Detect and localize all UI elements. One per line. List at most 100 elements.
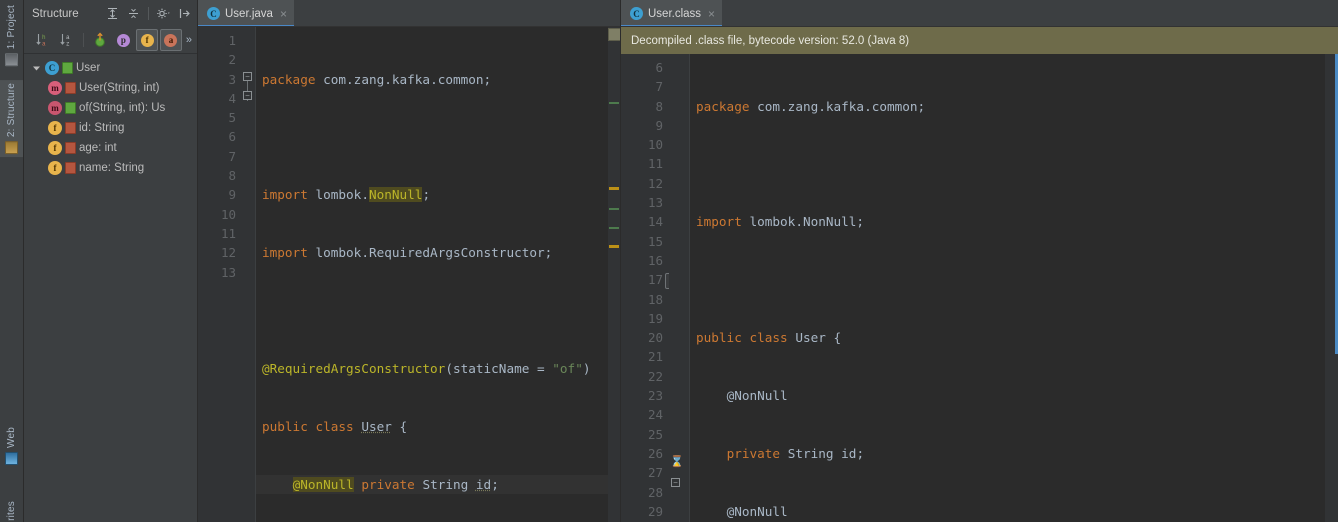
sort-alpha-icon: a z: [60, 34, 70, 48]
tree-item-label: name: String: [79, 162, 145, 174]
tree-item-label: User(String, int): [79, 82, 160, 94]
structure-header: Structure: [24, 0, 197, 27]
editor-tabbar-right: C User.class ×: [621, 0, 1338, 27]
error-stripe-left[interactable]: [608, 27, 620, 522]
inspection-status-box[interactable]: [608, 28, 620, 41]
structure-title: Structure: [32, 7, 79, 20]
fold-marker-imports-end[interactable]: −: [243, 91, 252, 100]
field-icon: f: [48, 141, 62, 155]
line-number: 29: [647, 503, 663, 519]
show-non-public-button[interactable]: a: [160, 29, 182, 51]
error-stripe-right[interactable]: [1325, 54, 1338, 522]
tool-window-tab-project[interactable]: 1: Project: [0, 2, 23, 69]
tree-item-class-user[interactable]: C User: [24, 58, 197, 78]
editor-tab-user-class[interactable]: C User.class ×: [621, 0, 724, 27]
line-number: 3: [228, 71, 236, 87]
fold-marker-method[interactable]: ⌛: [670, 457, 684, 468]
code-area-left: 1 2 3 4 5 6 7 8 9 10 11 12 13 − − packag…: [198, 27, 620, 522]
tool-window-tab-project-label: 1: Project: [6, 5, 17, 50]
show-inherited-button[interactable]: [89, 29, 111, 51]
field-icon: f: [48, 121, 62, 135]
hide-button[interactable]: [176, 5, 193, 22]
tool-window-tab-structure[interactable]: 2: Structure: [0, 80, 23, 158]
expand-all-button[interactable]: [104, 5, 121, 22]
show-properties-button[interactable]: p: [112, 29, 134, 51]
fold-marker-imports[interactable]: −: [243, 72, 252, 81]
code-line: import lombok.NonNull;: [262, 187, 431, 203]
tool-window-tab-web[interactable]: Web: [0, 424, 23, 468]
sort-visibility-icon: h a: [36, 34, 46, 48]
close-icon[interactable]: ×: [708, 8, 715, 20]
line-number: 2: [228, 52, 236, 68]
code-content-left[interactable]: package com.zang.kafka.common; import lo…: [256, 27, 608, 522]
svg-text:z: z: [66, 41, 70, 48]
line-number: 12: [220, 245, 236, 261]
tree-item-constructor-user[interactable]: m User(String, int): [24, 78, 197, 98]
tree-item-label: User: [76, 62, 101, 74]
structure-tree: C User m User(String, int) m of(String, …: [24, 54, 197, 522]
arrow-up-icon: [94, 32, 105, 47]
show-fields-button[interactable]: f: [136, 29, 159, 51]
line-number: 1: [228, 33, 236, 48]
sort-alphabetically-button[interactable]: a z: [56, 29, 78, 51]
line-number: 8: [228, 168, 236, 184]
collapse-all-button[interactable]: [125, 5, 142, 22]
line-number: 9: [228, 187, 236, 203]
tool-window-tab-structure-label: 2: Structure: [6, 83, 17, 138]
java-class-icon: C: [207, 7, 220, 20]
code-content-right[interactable]: package com.zang.kafka.common; import lo…: [690, 54, 1325, 522]
f-badge-icon: f: [140, 33, 154, 47]
line-number: 27: [647, 465, 663, 481]
stripe-mark-info[interactable]: [609, 102, 619, 104]
tree-item-field-name[interactable]: f name: String: [24, 158, 197, 178]
visibility-private-icon: [65, 82, 76, 94]
line-number: 7: [655, 79, 663, 95]
a-badge-icon: a: [164, 33, 178, 47]
sort-by-visibility-button[interactable]: h a: [32, 29, 54, 51]
line-number: 22: [647, 368, 663, 384]
chevron-down-icon[interactable]: [30, 62, 42, 74]
web-icon: [5, 451, 18, 465]
line-number: 6: [655, 60, 663, 75]
tool-window-tab-web-label: Web: [6, 427, 17, 448]
line-number: 10: [220, 206, 236, 222]
settings-button[interactable]: [155, 5, 172, 22]
tree-item-method-of[interactable]: m of(String, int): Us: [24, 98, 197, 118]
line-number: 15: [647, 233, 663, 249]
expand-all-icon: [108, 8, 117, 19]
code-area-right: 6 7 8 9 10 11 12 13 14 15 16 17 @ 18 19: [621, 54, 1338, 522]
line-number: 18: [647, 291, 663, 307]
stripe-mark-info[interactable]: [609, 227, 619, 229]
line-number: 25: [647, 426, 663, 442]
tool-window-tab-favorites[interactable]: rites: [0, 498, 23, 522]
visibility-private-icon: [65, 142, 76, 154]
line-number: 28: [647, 484, 663, 500]
stripe-mark-warning[interactable]: [609, 245, 619, 248]
more-options-button[interactable]: »: [184, 34, 194, 46]
fold-marker-method-end[interactable]: −: [671, 478, 680, 487]
decompiled-notice-bar: Decompiled .class file, bytecode version…: [621, 27, 1338, 54]
tree-item-field-age[interactable]: f age: int: [24, 138, 197, 158]
close-icon[interactable]: ×: [280, 8, 287, 20]
line-number: 11: [220, 225, 236, 241]
tool-window-tab-favorites-label: rites: [6, 501, 17, 521]
editor-tab-user-java[interactable]: C User.java ×: [198, 0, 295, 27]
structure-icon: [5, 141, 18, 155]
fold-gutter-right[interactable]: ⌛ −: [669, 54, 690, 522]
stripe-mark-info[interactable]: [609, 208, 619, 210]
editor-tab-label: User.java: [225, 7, 273, 20]
editor-tab-label: User.class: [648, 7, 702, 20]
code-line: @NonNull: [726, 503, 788, 519]
class-icon: C: [45, 61, 59, 75]
code-line: import lombok.NonNull;: [696, 214, 865, 230]
fold-gutter-left[interactable]: − −: [241, 27, 256, 522]
tree-item-field-id[interactable]: f id: String: [24, 118, 197, 138]
editor-tabbar-left: C User.java ×: [198, 0, 620, 27]
line-number: 5: [228, 110, 236, 126]
stripe-mark-warning[interactable]: [609, 187, 619, 190]
field-icon: f: [48, 161, 62, 175]
editor-pane-user-class: C User.class × Decompiled .class file, b…: [621, 0, 1338, 522]
gear-icon: [157, 8, 170, 19]
